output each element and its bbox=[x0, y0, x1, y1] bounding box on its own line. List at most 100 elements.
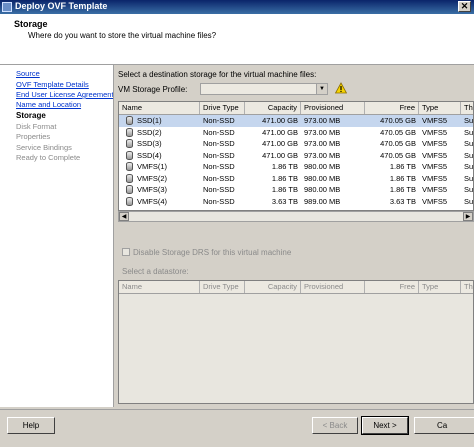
table-row[interactable]: VMFS(3) Non-SSD 1.86 TB 980.00 MB 1.86 TB VMF… bbox=[119, 184, 473, 196]
table-row[interactable]: VMFS(4) Non-SSD 3.63 TB 989.00 MB 3.63 TB VMF… bbox=[119, 196, 473, 208]
cell-free: 470.05 GB bbox=[380, 139, 416, 148]
cell-name: VMFS(4) bbox=[137, 196, 167, 206]
cell-capacity: 471.00 GB bbox=[262, 116, 298, 125]
datastore-icon bbox=[126, 173, 133, 183]
cell-type: VMFS5 bbox=[422, 196, 448, 206]
cell-type: VMFS5 bbox=[422, 150, 448, 160]
col2-thin-provisioning: Thin Provi bbox=[461, 281, 473, 293]
chevron-down-icon[interactable]: ▼ bbox=[316, 84, 327, 94]
cell-type: VMFS5 bbox=[422, 185, 448, 194]
cell-name: SSD(1) bbox=[137, 116, 162, 125]
table-row[interactable]: SSD(4) Non-SSD 471.00 GB 973.00 MB 470.05 GB… bbox=[119, 150, 473, 162]
warning-icon bbox=[335, 82, 347, 94]
cell-drive-type: Non-SSD bbox=[203, 116, 235, 125]
cell-free: 3.63 TB bbox=[389, 196, 416, 206]
cell-capacity: 471.00 GB bbox=[262, 127, 298, 137]
cell-capacity: 471.00 GB bbox=[262, 139, 298, 148]
instruction-label: Select a destination storage for the vir… bbox=[118, 70, 317, 79]
step-properties: Properties bbox=[16, 132, 51, 141]
scroll-left-icon[interactable]: ◀ bbox=[119, 212, 129, 221]
col2-free: Free bbox=[365, 281, 419, 293]
cell-type: VMFS5 bbox=[422, 127, 448, 137]
table-header: Name Drive Type Capacity Provisioned Fre… bbox=[119, 102, 473, 115]
cell-thin-provisioning: Supporte bbox=[464, 127, 474, 137]
wizard-header: Storage Where do you want to store the v… bbox=[0, 14, 474, 65]
cell-thin-provisioning: Supporte bbox=[464, 150, 474, 160]
col2-drive-type: Drive Type bbox=[200, 281, 245, 293]
cell-provisioned: 980.00 MB bbox=[304, 162, 341, 171]
datastore-icon bbox=[126, 196, 133, 206]
cell-provisioned: 989.00 MB bbox=[304, 196, 341, 206]
col-provisioned[interactable]: Provisioned bbox=[301, 102, 365, 114]
col2-name: Name bbox=[119, 281, 200, 293]
horizontal-scrollbar[interactable]: ◀ ▶ bbox=[118, 211, 474, 222]
col-capacity[interactable]: Capacity bbox=[245, 102, 301, 114]
cell-type: VMFS5 bbox=[422, 116, 448, 125]
cell-capacity: 1.86 TB bbox=[271, 173, 298, 183]
step-disk-format: Disk Format bbox=[16, 122, 57, 131]
cell-name: VMFS(1) bbox=[137, 162, 167, 171]
table2-header: Name Drive Type Capacity Provisioned Fre… bbox=[119, 281, 473, 294]
divider bbox=[113, 65, 114, 407]
datastore-icon bbox=[126, 116, 133, 125]
close-button[interactable]: ✕ bbox=[458, 1, 471, 12]
cancel-button[interactable]: Ca bbox=[414, 417, 474, 434]
datastore-table: Name Drive Type Capacity Provisioned Fre… bbox=[118, 101, 474, 211]
cell-thin-provisioning: Supporte bbox=[464, 162, 474, 171]
vm-storage-profile-select[interactable]: ▼ bbox=[200, 83, 328, 95]
back-button[interactable]: < Back bbox=[312, 417, 358, 434]
cell-free: 470.05 GB bbox=[380, 116, 416, 125]
table-row[interactable]: SSD(2) Non-SSD 471.00 GB 973.00 MB 470.05 GB… bbox=[119, 127, 473, 139]
cell-drive-type: Non-SSD bbox=[203, 173, 235, 183]
datastore-icon bbox=[126, 150, 133, 160]
cell-name: SSD(4) bbox=[137, 150, 162, 160]
col2-provisioned: Provisioned bbox=[301, 281, 365, 293]
cell-provisioned: 973.00 MB bbox=[304, 116, 341, 125]
col2-type: Type bbox=[419, 281, 461, 293]
step-ovf-template-details[interactable]: OVF Template Details bbox=[16, 80, 89, 89]
cell-type: VMFS5 bbox=[422, 173, 448, 183]
datastore-icon bbox=[126, 185, 133, 194]
step-name-location[interactable]: Name and Location bbox=[16, 100, 81, 109]
table-row[interactable]: SSD(1) Non-SSD 471.00 GB 973.00 MB 470.05 GB… bbox=[119, 115, 473, 127]
cell-free: 1.86 TB bbox=[389, 185, 416, 194]
cell-name: VMFS(2) bbox=[137, 173, 167, 183]
disable-storage-drs-checkbox[interactable] bbox=[122, 248, 130, 256]
cell-capacity: 1.86 TB bbox=[271, 162, 298, 171]
cell-free: 470.05 GB bbox=[380, 127, 416, 137]
cell-type: VMFS5 bbox=[422, 162, 448, 171]
col-type[interactable]: Type bbox=[419, 102, 461, 114]
page-subtitle: Where do you want to store the virtual m… bbox=[28, 31, 217, 40]
cell-thin-provisioning: Supporte bbox=[464, 196, 474, 206]
cell-drive-type: Non-SSD bbox=[203, 162, 235, 171]
table-row[interactable]: VMFS(2) Non-SSD 1.86 TB 980.00 MB 1.86 TB VMF… bbox=[119, 173, 473, 185]
col-name[interactable]: Name bbox=[119, 102, 200, 114]
col-thin-provisioning[interactable]: Thin Provi bbox=[461, 102, 473, 114]
cell-drive-type: Non-SSD bbox=[203, 185, 235, 194]
cell-provisioned: 973.00 MB bbox=[304, 127, 341, 137]
step-ready: Ready to Complete bbox=[16, 153, 81, 162]
col-free[interactable]: Free bbox=[365, 102, 419, 114]
cell-free: 1.86 TB bbox=[389, 162, 416, 171]
disable-storage-drs-label: Disable Storage DRS for this virtual mac… bbox=[133, 248, 292, 257]
scroll-right-icon[interactable]: ▶ bbox=[463, 212, 473, 221]
table-row[interactable]: SSD(3) Non-SSD 471.00 GB 973.00 MB 470.05 GB… bbox=[119, 138, 473, 150]
datastore-icon bbox=[126, 162, 133, 171]
col-drive-type[interactable]: Drive Type bbox=[200, 102, 245, 114]
cell-capacity: 471.00 GB bbox=[262, 150, 298, 160]
cell-thin-provisioning: Supporte bbox=[464, 139, 474, 148]
cell-name: SSD(2) bbox=[137, 127, 162, 137]
table-row[interactable]: VMFS(1) Non-SSD 1.86 TB 980.00 MB 1.86 TB VMF… bbox=[119, 161, 473, 173]
cell-provisioned: 973.00 MB bbox=[304, 150, 341, 160]
footer-divider bbox=[0, 409, 474, 410]
next-button[interactable]: Next > bbox=[361, 416, 409, 435]
cell-type: VMFS5 bbox=[422, 139, 448, 148]
step-eula[interactable]: End User License Agreement bbox=[16, 90, 114, 99]
help-button[interactable]: Help bbox=[7, 417, 55, 434]
cell-name: SSD(3) bbox=[137, 139, 162, 148]
cell-name: VMFS(3) bbox=[137, 185, 167, 194]
cell-drive-type: Non-SSD bbox=[203, 196, 235, 206]
step-source[interactable]: Source bbox=[16, 69, 40, 78]
cell-thin-provisioning: Supporte bbox=[464, 116, 474, 125]
cell-drive-type: Non-SSD bbox=[203, 139, 235, 148]
